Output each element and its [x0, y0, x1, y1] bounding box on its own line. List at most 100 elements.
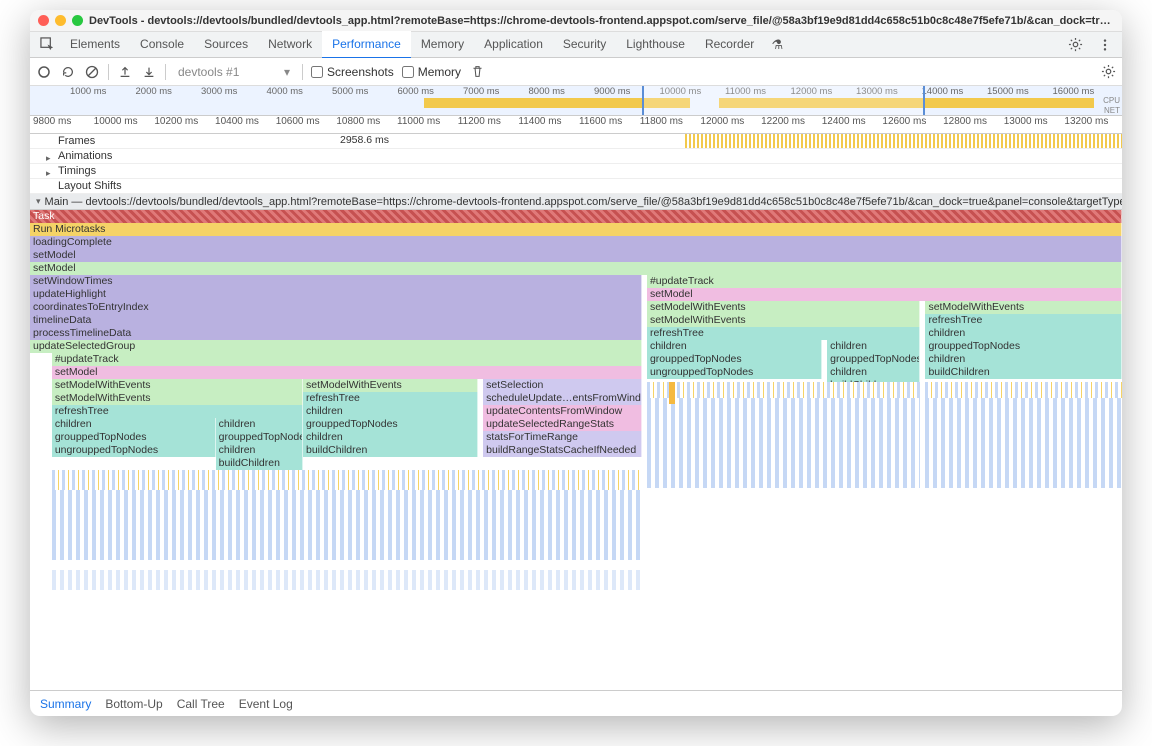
load-icon[interactable] [117, 64, 133, 80]
window-title: DevTools - devtools://devtools/bundled/d… [89, 15, 1114, 27]
flame-bar[interactable]: children [925, 327, 1122, 340]
flame-bar[interactable]: updateSelectedGroup [30, 340, 642, 353]
flame-bar[interactable]: buildChildren [216, 457, 303, 470]
flame-bar[interactable]: processTimelineData [30, 327, 642, 340]
flame-bar[interactable]: children [52, 418, 216, 431]
tab-application[interactable]: Application [474, 31, 553, 58]
flame-bar[interactable]: children [827, 340, 920, 353]
details-tab-summary[interactable]: Summary [40, 697, 91, 711]
flame-chart[interactable]: TaskRun MicrotasksloadingCompletesetMode… [30, 210, 1122, 650]
memory-checkbox[interactable]: Memory [402, 65, 461, 79]
minimize-icon[interactable] [55, 15, 66, 26]
flame-bar[interactable]: ungrouppedTopNodes [647, 366, 822, 379]
trash-icon[interactable] [469, 64, 485, 80]
overview-tick: 5000 ms [332, 86, 398, 97]
flame-bar[interactable]: refreshTree [925, 314, 1122, 327]
flame-bar[interactable]: refreshTree [303, 392, 478, 405]
maximize-icon[interactable] [72, 15, 83, 26]
flame-bar[interactable]: children [216, 418, 303, 431]
reload-icon[interactable] [60, 64, 76, 80]
flame-bar[interactable]: buildChildren [303, 444, 478, 457]
flame-bar[interactable]: setModelWithEvents [925, 301, 1122, 314]
flame-bar[interactable]: children [303, 405, 478, 418]
flame-bar[interactable]: statsForTimeRange [483, 431, 641, 444]
target-select[interactable]: devtools #1▾ [174, 64, 294, 80]
flame-bar[interactable]: grouppedTopNodes [647, 353, 822, 366]
flame-bar[interactable]: setModel [30, 249, 1122, 262]
flame-bar[interactable]: timelineData [30, 314, 642, 327]
flame-bar[interactable]: grouppedTopNodes [303, 418, 478, 431]
save-icon[interactable] [141, 64, 157, 80]
layout-shifts-track[interactable]: Layout Shifts [30, 179, 1122, 194]
timeline-overview[interactable]: 1000 ms2000 ms3000 ms4000 ms5000 ms6000 … [30, 86, 1122, 116]
flame-bar[interactable]: setWindowTimes [30, 275, 642, 288]
overview-tick: 15000 ms [987, 86, 1053, 97]
flame-bar[interactable]: coordinatesToEntryIndex [30, 301, 642, 314]
flame-bar[interactable]: refreshTree [647, 327, 920, 340]
panel-settings-icon[interactable] [1100, 64, 1116, 80]
timings-track[interactable]: ▸ Timings [30, 164, 1122, 179]
flame-bar[interactable]: updateSelectedRangeStats [483, 418, 641, 431]
flame-bar[interactable]: children [925, 353, 1122, 366]
flame-bar[interactable]: setModel [647, 288, 1122, 301]
flame-bar[interactable]: buildRangeStatsCacheIfNeeded [483, 444, 641, 457]
flame-bar[interactable]: setModelWithEvents [303, 379, 478, 392]
flame-bar[interactable]: loadingComplete [30, 236, 1122, 249]
flame-bar[interactable]: setModel [30, 262, 1122, 275]
screenshots-checkbox[interactable]: Screenshots [311, 65, 394, 79]
details-tab-call-tree[interactable]: Call Tree [177, 697, 225, 711]
animations-track[interactable]: ▸Animations [30, 149, 1122, 164]
clear-icon[interactable] [84, 64, 100, 80]
expand-icon[interactable]: ▸ [46, 153, 51, 164]
flame-bar[interactable]: grouppedTopNodes [52, 431, 216, 444]
collapse-icon[interactable]: ▾ [36, 196, 41, 207]
main-thread-header[interactable]: ▾ Main — devtools://devtools/bundled/dev… [30, 194, 1122, 210]
flame-bar[interactable]: setModelWithEvents [52, 392, 303, 405]
flame-bar[interactable]: setModelWithEvents [52, 379, 303, 392]
expand-icon[interactable]: ▸ [46, 168, 51, 179]
flame-bar[interactable]: Task [30, 210, 1122, 223]
flame-bar[interactable]: scheduleUpdate…entsFromWindow [483, 392, 641, 405]
tab-security[interactable]: Security [553, 31, 616, 58]
tab-lighthouse[interactable]: Lighthouse [616, 31, 695, 58]
ruler-tick: 10600 ms [273, 116, 334, 133]
flame-bar[interactable]: updateContentsFromWindow [483, 405, 641, 418]
details-tab-event-log[interactable]: Event Log [239, 697, 293, 711]
tab-performance[interactable]: Performance [322, 31, 411, 59]
record-icon[interactable] [36, 64, 52, 80]
more-icon[interactable] [1092, 33, 1118, 57]
tab-elements[interactable]: Elements [60, 31, 130, 58]
flame-bar[interactable]: #updateTrack [52, 353, 642, 366]
flame-bar[interactable]: children [303, 431, 478, 444]
overview-tick: 14000 ms [922, 86, 988, 97]
flame-bar[interactable]: setModelWithEvents [647, 314, 920, 327]
flame-bar[interactable]: children [827, 366, 920, 379]
tab-memory[interactable]: Memory [411, 31, 474, 58]
tab-network[interactable]: Network [258, 31, 322, 58]
flame-bar[interactable]: setModel [52, 366, 642, 379]
flame-bar[interactable]: updateHighlight [30, 288, 642, 301]
frames-track[interactable]: Frames 2958.6 ms [30, 134, 1122, 149]
details-tab-bottom-up[interactable]: Bottom-Up [105, 697, 162, 711]
tab-recorder[interactable]: Recorder [695, 31, 764, 58]
flame-bar[interactable]: ungrouppedTopNodes [52, 444, 216, 457]
flame-bar[interactable]: #updateTrack [647, 275, 1122, 288]
flame-bar[interactable]: grouppedTopNodes [216, 431, 303, 444]
flame-bar[interactable]: Run Microtasks [30, 223, 1122, 236]
flame-bar[interactable]: children [647, 340, 822, 353]
ruler-tick: 12400 ms [819, 116, 880, 133]
settings-icon[interactable] [1062, 33, 1088, 57]
tab-console[interactable]: Console [130, 31, 194, 58]
flame-bar[interactable]: refreshTree [52, 405, 303, 418]
flame-bar[interactable]: children [216, 444, 303, 457]
flame-bar[interactable]: setSelection [483, 379, 641, 392]
overview-tick: 7000 ms [463, 86, 529, 97]
tab-sources[interactable]: Sources [194, 31, 258, 58]
flame-bar[interactable]: buildChildren [925, 366, 1122, 379]
inspect-icon[interactable] [34, 33, 60, 57]
flame-bar[interactable]: grouppedTopNodes [925, 340, 1122, 353]
flame-bar[interactable]: grouppedTopNodes [827, 353, 920, 366]
close-icon[interactable] [38, 15, 49, 26]
flame-bar[interactable]: setModelWithEvents [647, 301, 920, 314]
timings-label: Timings [58, 165, 96, 177]
